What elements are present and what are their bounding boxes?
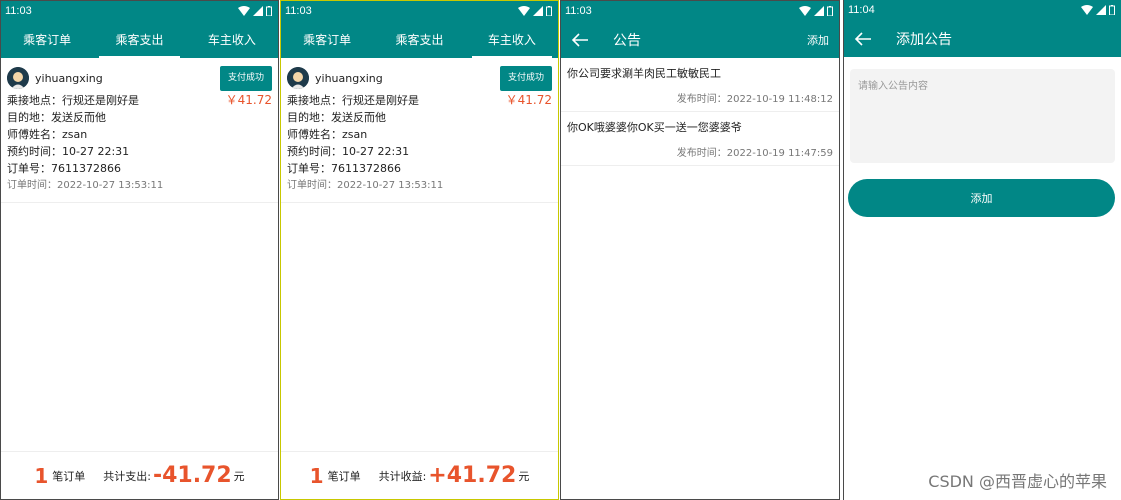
order-card[interactable]: yihuangxing 支付成功 ￥41.72 乘接地点：行规还是刚好是 目的地… — [1, 58, 278, 203]
screen-driver-income: 11:03 乘客订单 乘客支出 车主收入 yihuangxing 支付成功 ￥4… — [280, 0, 559, 500]
total-amount: +41.72 — [428, 463, 517, 488]
tab-passenger-expense[interactable]: 乘客支出 — [373, 21, 465, 58]
username: yihuangxing — [35, 71, 103, 85]
order-count: 1 — [34, 463, 49, 488]
submit-add-button[interactable]: 添加 — [848, 179, 1115, 217]
status-time: 11:04 — [848, 4, 875, 16]
battery-icon — [827, 6, 833, 16]
input-placeholder: 请输入公告内容 — [858, 81, 928, 92]
destination: 目的地：发送反而他 — [287, 111, 386, 124]
order-number: 订单号：7611372866 — [287, 162, 401, 175]
order-time: 订单时间：2022-10-27 13:53:11 — [287, 180, 444, 191]
total-amount: -41.72 — [152, 463, 232, 488]
status-bar: 11:03 — [561, 1, 839, 21]
status-bar: 11:03 — [281, 1, 558, 21]
wifi-icon — [238, 6, 250, 16]
tab-passenger-expense[interactable]: 乘客支出 — [93, 21, 185, 58]
order-count: 1 — [309, 463, 324, 488]
order-price: ￥41.72 — [505, 93, 552, 107]
appointment-time: 预约时间：10-27 22:31 — [287, 145, 410, 158]
order-time: 订单时间：2022-10-27 13:53:11 — [7, 180, 164, 191]
pay-status-button[interactable]: 支付成功 — [499, 65, 552, 91]
watermark: CSDN @西晋虚心的苹果 — [928, 472, 1107, 491]
signal-icon — [253, 6, 263, 16]
username: yihuangxing — [315, 71, 383, 85]
status-bar: 11:03 — [1, 1, 278, 21]
order-price: ￥41.72 — [225, 93, 272, 107]
battery-icon — [266, 6, 272, 16]
notice-time: 发布时间：2022-10-19 11:47:59 — [676, 148, 833, 159]
signal-icon — [814, 6, 824, 16]
battery-icon — [546, 6, 552, 16]
driver-name: 师傅姓名：zsan — [287, 128, 368, 141]
wifi-icon — [799, 6, 811, 16]
summary-footer: 1 笔订单 共计支出: -41.72 元 — [1, 451, 278, 499]
page-title: 添加公告 — [896, 31, 952, 48]
order-count-unit: 笔订单 — [327, 469, 361, 483]
tab-bar: 乘客订单 乘客支出 车主收入 — [281, 21, 558, 58]
total-label: 共计收益: — [378, 469, 427, 483]
app-bar: 添加公告 — [844, 20, 1121, 57]
tab-driver-income[interactable]: 车主收入 — [186, 21, 278, 58]
order-number: 订单号：7611372866 — [7, 162, 121, 175]
status-time: 11:03 — [285, 5, 312, 17]
notice-time: 发布时间：2022-10-19 11:48:12 — [676, 94, 833, 105]
back-arrow-icon[interactable] — [571, 29, 593, 51]
avatar — [7, 67, 29, 89]
currency-unit: 元 — [233, 469, 245, 483]
wifi-icon — [518, 6, 530, 16]
order-count-unit: 笔订单 — [52, 469, 86, 483]
appointment-time: 预约时间：10-27 22:31 — [7, 145, 130, 158]
signal-icon — [533, 6, 543, 16]
page-title: 公告 — [613, 32, 641, 49]
add-button[interactable]: 添加 — [807, 32, 829, 48]
total-label: 共计支出: — [103, 469, 151, 483]
battery-icon — [1109, 5, 1115, 15]
screen-announcements: 11:03 公告 添加 你公司要求涮羊肉民工敏敏民工 发布时间：2022-10-… — [560, 0, 840, 500]
summary-footer: 1 笔订单 共计收益: +41.72 元 — [281, 451, 558, 499]
pay-status-button[interactable]: 支付成功 — [219, 65, 272, 91]
wifi-icon — [1081, 5, 1093, 15]
tab-passenger-orders[interactable]: 乘客订单 — [281, 21, 373, 58]
status-time: 11:03 — [565, 5, 592, 17]
tab-bar: 乘客订单 乘客支出 车主收入 — [1, 21, 278, 58]
screen-add-announcement: 11:04 添加公告 请输入公告内容 添加 — [843, 0, 1121, 500]
currency-unit: 元 — [518, 469, 530, 483]
notice-text: 你OK哦婆婆你OK买一送一您婆婆爷 — [567, 121, 742, 134]
driver-name: 师傅姓名：zsan — [7, 128, 88, 141]
list-item[interactable]: 你OK哦婆婆你OK买一送一您婆婆爷 发布时间：2022-10-19 11:47:… — [561, 112, 839, 166]
list-item[interactable]: 你公司要求涮羊肉民工敏敏民工 发布时间：2022-10-19 11:48:12 — [561, 58, 839, 112]
app-bar: 公告 添加 — [561, 21, 839, 58]
order-card[interactable]: yihuangxing 支付成功 ￥41.72 乘接地点：行规还是刚好是 目的地… — [281, 58, 558, 203]
tab-passenger-orders[interactable]: 乘客订单 — [1, 21, 93, 58]
back-arrow-icon[interactable] — [854, 28, 876, 50]
notice-text: 你公司要求涮羊肉民工敏敏民工 — [567, 67, 721, 80]
status-time: 11:03 — [5, 5, 32, 17]
tab-driver-income[interactable]: 车主收入 — [466, 21, 558, 58]
status-bar: 11:04 — [844, 0, 1121, 20]
screen-passenger-expense: 11:03 乘客订单 乘客支出 车主收入 yihuangxing 支付成功 ￥4… — [0, 0, 279, 500]
signal-icon — [1096, 5, 1106, 15]
destination: 目的地：发送反而他 — [7, 111, 106, 124]
announcement-input[interactable]: 请输入公告内容 — [850, 69, 1115, 163]
avatar — [287, 67, 309, 89]
